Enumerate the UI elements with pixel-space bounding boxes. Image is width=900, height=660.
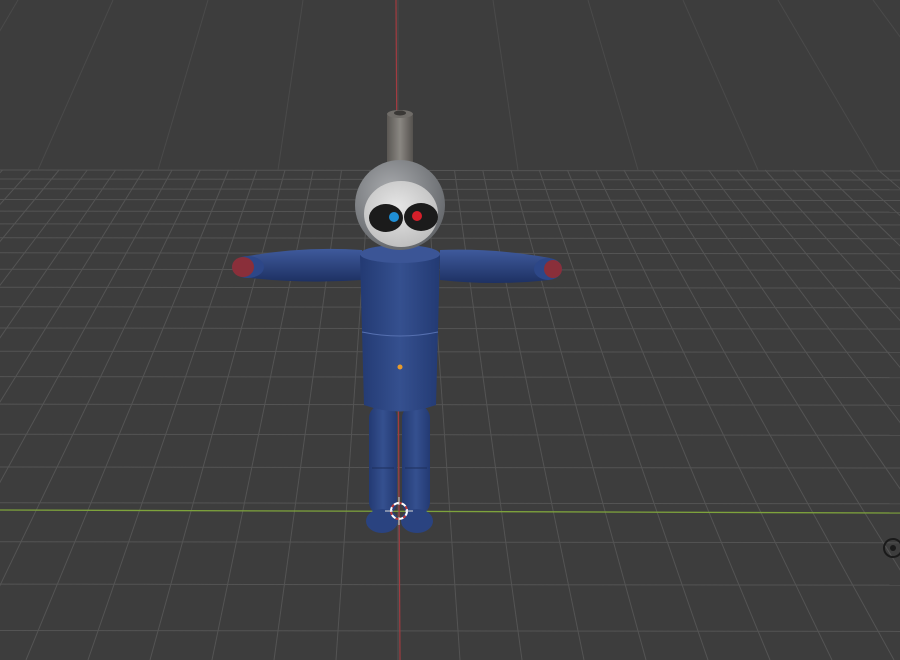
- grid-line: [0, 306, 900, 309]
- grid-line: [0, 629, 900, 632]
- antenna: [387, 110, 413, 165]
- grid-line: [0, 502, 900, 505]
- grid-line: [872, 0, 900, 38]
- head: [355, 160, 445, 250]
- grid-line: [651, 169, 900, 571]
- grid-line: [0, 169, 88, 287]
- grid-line: [0, 0, 19, 32]
- grid-line: [0, 223, 900, 226]
- grid-line: [682, 0, 759, 171]
- grid-line: [0, 188, 900, 191]
- grid-line: [764, 169, 900, 322]
- grid-line: [849, 169, 900, 217]
- grid-line: [0, 169, 145, 403]
- grid-line: [587, 0, 639, 171]
- grid-line: [777, 0, 879, 171]
- object-origin-marker: [397, 364, 403, 370]
- right-arm: [440, 249, 562, 283]
- grid-line: [0, 466, 900, 469]
- 3d-viewport[interactable]: [0, 0, 900, 660]
- grid-line: [492, 0, 519, 171]
- grid-line: [0, 169, 3, 174]
- left-arm: [232, 248, 362, 282]
- grid-line: [0, 169, 60, 243]
- grid-line: [736, 169, 900, 369]
- grid-line: [211, 169, 314, 660]
- grid-line: [277, 0, 304, 171]
- grid-line: [87, 169, 258, 660]
- viewport-canvas[interactable]: [0, 0, 900, 660]
- grid-line: [25, 169, 229, 660]
- left-foot: [366, 509, 398, 533]
- grid-line: [0, 541, 900, 544]
- left-eye-pupil: [389, 212, 399, 222]
- grid-line: [793, 169, 900, 282]
- right-eye-pupil: [412, 211, 422, 221]
- grid-line: [149, 169, 286, 660]
- grid-line: [157, 0, 209, 171]
- grid-line: [273, 169, 343, 660]
- torso: [360, 245, 440, 412]
- floor-grid: [0, 0, 900, 660]
- grid-line: [595, 169, 833, 660]
- left-hand: [232, 257, 254, 277]
- grid-line: [37, 0, 114, 171]
- grid-line: [0, 169, 32, 206]
- grid-line: [0, 403, 900, 406]
- grid-line: [335, 169, 371, 660]
- grid-line: [453, 169, 523, 660]
- grid-line: [821, 169, 900, 247]
- grid-line: [425, 169, 461, 660]
- grid-line: [482, 169, 585, 660]
- grid-line: [877, 169, 900, 190]
- grid-line: [538, 169, 709, 660]
- grid-line: [0, 178, 900, 181]
- grid-line: [0, 583, 900, 586]
- grid-line: [0, 376, 900, 379]
- grid-line: [510, 169, 647, 660]
- grid-line: [0, 433, 900, 436]
- grid-line: [0, 169, 173, 484]
- grid-line: [623, 169, 895, 660]
- right-hand: [544, 260, 562, 278]
- grid-line: [0, 327, 900, 330]
- grid-line: [0, 199, 900, 202]
- right-foot: [401, 509, 433, 533]
- grid-line: [567, 169, 771, 660]
- grid-line: [0, 210, 900, 213]
- grid-line: [0, 286, 900, 289]
